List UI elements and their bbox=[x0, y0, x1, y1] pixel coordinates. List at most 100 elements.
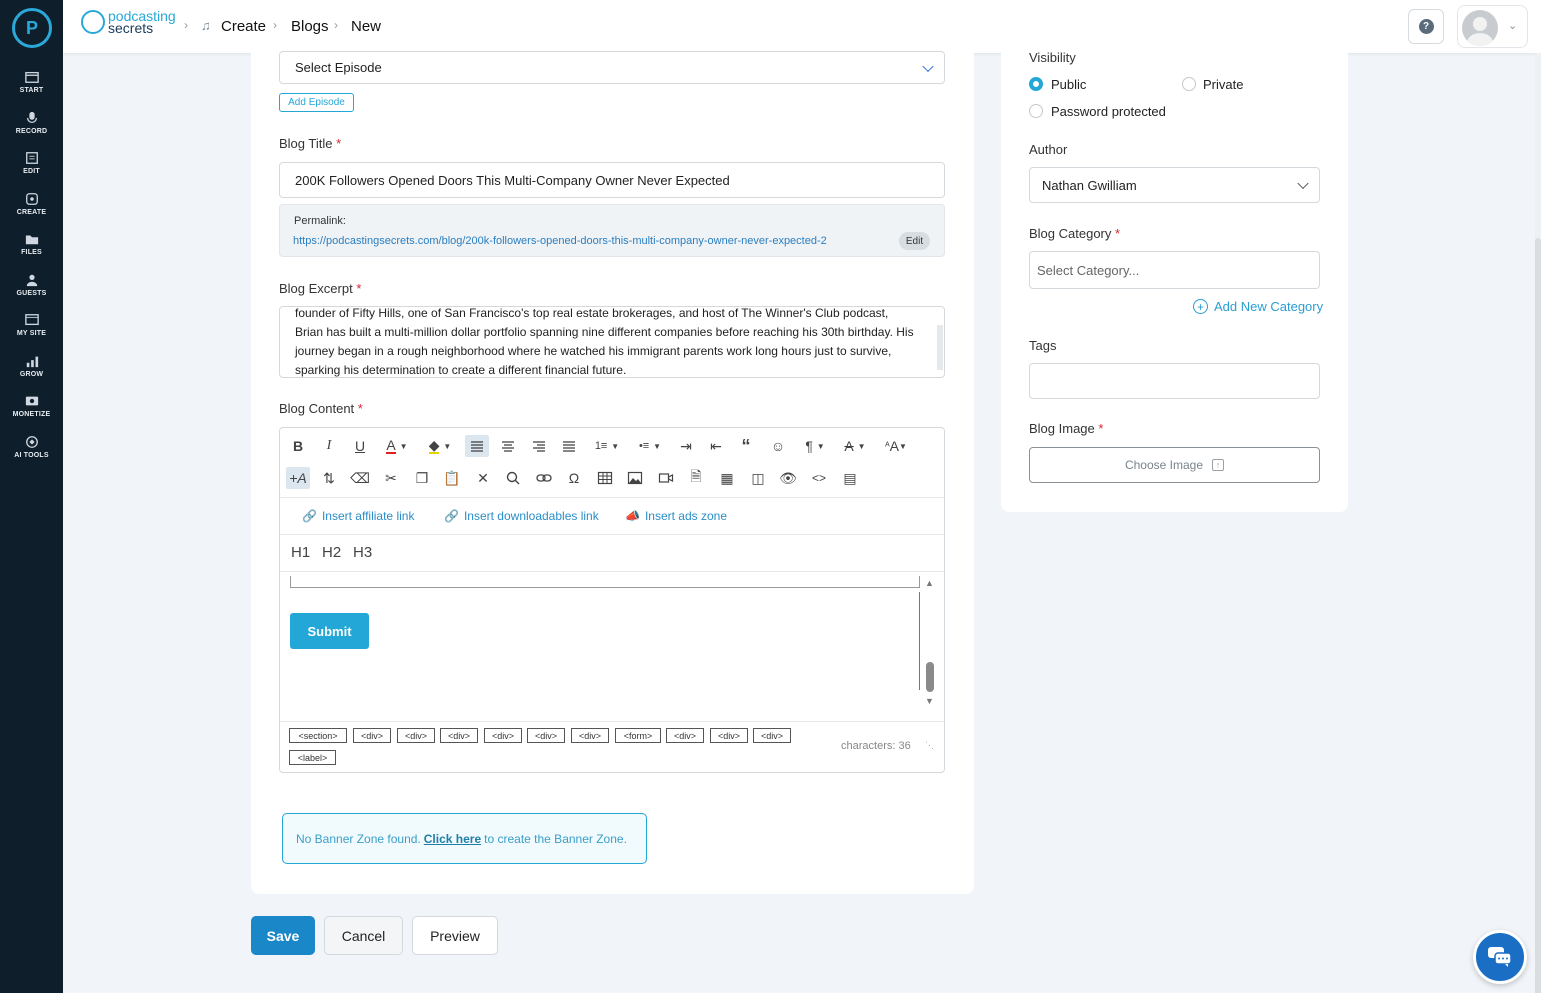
image-icon[interactable] bbox=[623, 467, 647, 489]
path-tag[interactable]: <div> bbox=[753, 728, 791, 743]
path-tag[interactable]: <div> bbox=[710, 728, 748, 743]
link-icon[interactable] bbox=[532, 467, 556, 489]
scroll-up-icon[interactable]: ▲ bbox=[925, 578, 934, 588]
app-logo-icon[interactable]: P bbox=[12, 8, 52, 48]
underline-icon[interactable]: U bbox=[348, 435, 372, 457]
text-color-icon[interactable]: A ▼ bbox=[379, 435, 415, 457]
resize-handle-icon[interactable]: ⋱ bbox=[925, 740, 934, 751]
heading-h3-button[interactable]: H3 bbox=[353, 544, 372, 561]
save-button[interactable]: Save bbox=[251, 916, 315, 955]
permalink-edit-button[interactable]: Edit bbox=[899, 232, 930, 250]
visibility-public-radio[interactable] bbox=[1029, 77, 1043, 91]
eraser-icon[interactable]: ⌫ bbox=[348, 467, 372, 489]
page-scrollbar-thumb[interactable] bbox=[1535, 238, 1541, 993]
path-tag[interactable]: <div> bbox=[527, 728, 565, 743]
visibility-password-label[interactable]: Password protected bbox=[1051, 104, 1166, 119]
permalink-url[interactable]: https://podcastingsecrets.com/blog/200k-… bbox=[293, 235, 827, 247]
bold-icon[interactable]: B bbox=[286, 435, 310, 457]
video-icon[interactable] bbox=[654, 467, 678, 489]
path-tag[interactable]: <label> bbox=[289, 750, 336, 765]
choose-image-button[interactable]: Choose Image ↑ bbox=[1029, 447, 1320, 483]
user-menu[interactable]: ⌄ bbox=[1457, 5, 1528, 48]
path-tag[interactable]: <div> bbox=[397, 728, 435, 743]
path-tag[interactable]: <div> bbox=[353, 728, 391, 743]
path-tag[interactable]: <div> bbox=[666, 728, 704, 743]
visibility-password-radio[interactable] bbox=[1029, 104, 1043, 118]
insert-affiliate-link[interactable]: 🔗 Insert affiliate link bbox=[302, 509, 414, 523]
strikethrough-icon[interactable]: A ▼ bbox=[838, 435, 872, 457]
cut-icon[interactable]: ✂ bbox=[379, 467, 403, 489]
sidebar-item-guests[interactable]: GUESTS bbox=[0, 271, 63, 311]
paste-icon[interactable]: 📋 bbox=[440, 467, 464, 489]
visibility-public-label[interactable]: Public bbox=[1051, 77, 1086, 92]
path-tag[interactable]: <div> bbox=[440, 728, 478, 743]
table-icon[interactable] bbox=[593, 467, 617, 489]
author-select[interactable]: Nathan Gwilliam bbox=[1029, 167, 1320, 203]
visibility-private-radio[interactable] bbox=[1182, 77, 1196, 91]
indent-icon[interactable]: ⇥ bbox=[674, 435, 698, 457]
italic-icon[interactable]: I bbox=[317, 435, 341, 457]
clear-formatting-icon[interactable]: +A bbox=[286, 467, 310, 489]
add-new-category-button[interactable]: + Add New Category bbox=[1193, 299, 1323, 314]
unordered-list-icon[interactable]: •≡ ▼ bbox=[633, 435, 667, 457]
sidebar-item-mysite[interactable]: MY SITE bbox=[0, 311, 63, 351]
preview-button[interactable]: Preview bbox=[412, 916, 498, 955]
align-right-icon[interactable] bbox=[527, 435, 551, 457]
sidebar-item-edit[interactable]: EDIT bbox=[0, 149, 63, 189]
remove-icon[interactable]: ✕ bbox=[471, 467, 495, 489]
path-tag[interactable]: <section> bbox=[289, 728, 347, 743]
align-justify-icon[interactable] bbox=[557, 435, 581, 457]
search-icon[interactable] bbox=[501, 467, 525, 489]
blog-title-input[interactable]: 200K Followers Opened Doors This Multi-C… bbox=[279, 162, 945, 198]
copy-icon[interactable]: ❐ bbox=[410, 467, 434, 489]
cancel-button[interactable]: Cancel bbox=[324, 916, 403, 955]
brand-logo[interactable]: podcasting secrets bbox=[81, 9, 176, 35]
tags-input[interactable] bbox=[1029, 363, 1320, 399]
path-tag[interactable]: <div> bbox=[484, 728, 522, 743]
heading-h2-button[interactable]: H2 bbox=[322, 544, 341, 561]
ordered-list-icon[interactable]: 1≡ ▼ bbox=[590, 435, 624, 457]
excerpt-scrollbar[interactable] bbox=[937, 325, 943, 370]
paragraph-format-icon[interactable]: ¶ ▼ bbox=[798, 435, 832, 457]
create-banner-zone-link[interactable]: Click here bbox=[424, 832, 481, 846]
path-tag[interactable]: <div> bbox=[571, 728, 609, 743]
font-size-icon[interactable]: ᴬ A ▼ bbox=[879, 435, 913, 457]
editor-content-area[interactable]: Submit ▲ ▼ bbox=[281, 572, 943, 721]
select-all-icon[interactable]: ▤ bbox=[838, 467, 862, 489]
file-icon[interactable]: 🗎 bbox=[684, 467, 708, 489]
breadcrumb-blogs[interactable]: Blogs bbox=[291, 18, 329, 35]
embed-icon[interactable]: ◫ bbox=[746, 467, 770, 489]
sidebar-item-grow[interactable]: GROW bbox=[0, 352, 63, 392]
heading-h1-button[interactable]: H1 bbox=[291, 544, 310, 561]
insert-ads-zone[interactable]: 📣 Insert ads zone bbox=[625, 509, 727, 523]
layout-icon[interactable]: ▦ bbox=[715, 467, 739, 489]
sidebar-item-create[interactable]: CREATE bbox=[0, 190, 63, 230]
visibility-private-label[interactable]: Private bbox=[1203, 77, 1243, 92]
scroll-down-icon[interactable]: ▼ bbox=[925, 696, 934, 706]
path-tag[interactable]: <form> bbox=[615, 728, 661, 743]
align-left-icon[interactable] bbox=[465, 435, 489, 457]
sidebar-item-start[interactable]: START bbox=[0, 68, 63, 108]
add-episode-button[interactable]: Add Episode bbox=[279, 93, 354, 112]
page-scrollbar[interactable] bbox=[1535, 53, 1541, 993]
sidebar-item-record[interactable]: RECORD bbox=[0, 109, 63, 149]
code-view-icon[interactable]: <> bbox=[807, 467, 831, 489]
editor-scrollbar-thumb[interactable] bbox=[926, 662, 934, 692]
sidebar-item-ai-tools[interactable]: AI TOOLS bbox=[0, 433, 63, 473]
sidebar-item-files[interactable]: FILES bbox=[0, 230, 63, 270]
help-button[interactable]: ? bbox=[1408, 9, 1444, 44]
blog-excerpt-textarea[interactable]: founder of Fifty Hills, one of San Franc… bbox=[279, 306, 945, 378]
insert-downloadables-link[interactable]: 🔗 Insert downloadables link bbox=[444, 509, 599, 523]
outdent-icon[interactable]: ⇤ bbox=[704, 435, 728, 457]
highlight-color-icon[interactable]: ◆ ▼ bbox=[422, 435, 458, 457]
sidebar-item-monetize[interactable]: MONETIZE bbox=[0, 392, 63, 432]
line-height-icon[interactable]: ⇅ bbox=[317, 467, 341, 489]
blog-category-select[interactable]: Select Category... bbox=[1029, 251, 1320, 289]
breadcrumb-create[interactable]: Create bbox=[221, 18, 266, 35]
chat-widget-button[interactable] bbox=[1473, 930, 1527, 984]
special-character-icon[interactable]: Ω bbox=[562, 467, 586, 489]
episode-select[interactable]: Select Episode bbox=[279, 51, 945, 84]
submit-button[interactable]: Submit bbox=[290, 613, 369, 649]
blockquote-icon[interactable]: “ bbox=[734, 435, 758, 457]
preview-eye-icon[interactable]: 👁 bbox=[776, 467, 800, 489]
